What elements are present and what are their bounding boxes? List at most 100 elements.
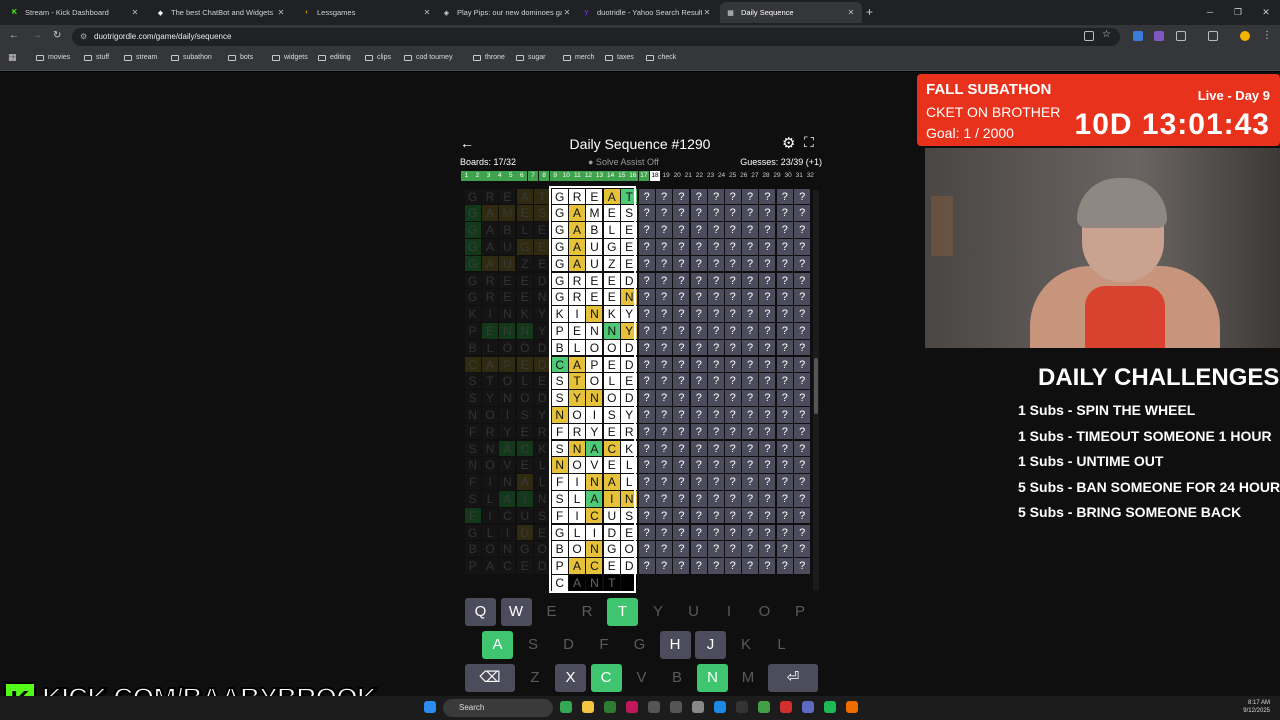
board-number-19[interactable]: 19 <box>660 171 672 181</box>
app-taskbar-icon[interactable] <box>780 701 792 713</box>
tab-close-icon[interactable]: ✕ <box>422 8 432 17</box>
reload-icon[interactable]: ↻ <box>53 30 61 41</box>
key-n[interactable]: N <box>697 664 728 692</box>
discord-icon[interactable] <box>802 701 814 713</box>
profile-avatar[interactable] <box>1240 31 1250 41</box>
bookmark-star-icon[interactable]: ☆ <box>1102 29 1111 40</box>
new-tab-button[interactable]: + <box>866 5 873 19</box>
bookmark-folder[interactable]: widgets <box>272 54 308 61</box>
windows-start-icon[interactable] <box>424 701 436 713</box>
app-taskbar-icon[interactable] <box>604 701 616 713</box>
key-r[interactable]: R <box>571 598 603 626</box>
minimize-button[interactable]: ─ <box>1196 0 1224 25</box>
key-backspace[interactable]: ⌫ <box>465 664 515 692</box>
bookmark-folder[interactable]: subathon <box>171 54 212 61</box>
board-number-1[interactable]: 1 <box>461 171 472 181</box>
bookmark-folder[interactable]: editing <box>318 54 351 61</box>
taskbar-search[interactable]: Search <box>443 699 553 717</box>
browser-tab[interactable]: ▦ Daily Sequence ✕ <box>720 2 862 23</box>
board-number-29[interactable]: 29 <box>771 171 783 181</box>
key-f[interactable]: F <box>588 631 620 659</box>
tab-close-icon[interactable]: ✕ <box>846 8 856 17</box>
site-info-icon[interactable]: ⚙ <box>80 28 87 46</box>
board-number-22[interactable]: 22 <box>693 171 705 181</box>
board-number-27[interactable]: 27 <box>749 171 761 181</box>
board-number-32[interactable]: 32 <box>804 171 816 181</box>
key-o[interactable]: O <box>749 598 780 626</box>
key-x[interactable]: X <box>555 664 586 692</box>
board-number-8[interactable]: 8 <box>538 171 550 181</box>
board-scrollbar[interactable] <box>813 190 819 590</box>
close-window-button[interactable]: ✕ <box>1252 0 1280 25</box>
maximize-button[interactable]: ❐ <box>1224 0 1252 25</box>
twitch-extension-icon[interactable] <box>1154 31 1164 41</box>
key-i[interactable]: I <box>713 598 745 626</box>
file-explorer-icon[interactable] <box>582 701 594 713</box>
board-number-26[interactable]: 26 <box>738 171 750 181</box>
key-t[interactable]: T <box>607 598 638 626</box>
app-taskbar-icon[interactable] <box>626 701 638 713</box>
menu-icon[interactable]: ⋮ <box>1262 30 1272 41</box>
fullscreen-icon[interactable]: ⛶ <box>804 134 814 151</box>
bookmark-folder[interactable]: cod tourney <box>404 54 453 61</box>
apps-grid-icon[interactable]: ▦ <box>8 52 17 63</box>
extension-icon[interactable] <box>1133 31 1143 41</box>
app-taskbar-icon[interactable] <box>736 701 748 713</box>
board-number-17[interactable]: 17 <box>638 171 650 181</box>
board-number-3[interactable]: 3 <box>483 171 494 181</box>
board-number-7[interactable]: 7 <box>527 171 539 181</box>
key-j[interactable]: J <box>695 631 726 659</box>
key-u[interactable]: U <box>678 598 709 626</box>
key-e[interactable]: E <box>536 598 567 626</box>
bookmark-folder[interactable]: check <box>646 54 676 61</box>
key-q[interactable]: Q <box>465 598 496 626</box>
url-field[interactable]: ⚙ duotrigordle.com/game/daily/sequence <box>72 28 1120 46</box>
extensions-puzzle-icon[interactable] <box>1176 31 1186 41</box>
board-number-12[interactable]: 12 <box>583 171 594 181</box>
browser-tab[interactable]: y duotridle - Yahoo Search Results ✕ <box>576 2 718 23</box>
board-number-21[interactable]: 21 <box>682 171 694 181</box>
bookmark-folder[interactable]: bots <box>228 54 253 61</box>
bookmark-folder[interactable]: movies <box>36 54 70 61</box>
solve-assist-toggle[interactable]: ● Solve Assist Off <box>588 157 659 167</box>
back-arrow-icon[interactable]: ← <box>9 30 19 41</box>
board-number-20[interactable]: 20 <box>671 171 683 181</box>
bookmark-folder[interactable]: clips <box>365 54 391 61</box>
bookmark-folder[interactable]: taxes <box>605 54 634 61</box>
tab-close-icon[interactable]: ✕ <box>276 8 286 17</box>
gear-icon[interactable]: ⚙ <box>782 134 795 152</box>
key-p[interactable]: P <box>784 598 816 626</box>
board-number-24[interactable]: 24 <box>716 171 727 181</box>
key-k[interactable]: K <box>730 631 762 659</box>
app-taskbar-icon[interactable] <box>670 701 682 713</box>
chrome-taskbar-icon[interactable] <box>560 701 572 713</box>
key-m[interactable]: M <box>732 664 764 692</box>
key-d[interactable]: D <box>553 631 584 659</box>
app-taskbar-icon[interactable] <box>758 701 770 713</box>
key-y[interactable]: Y <box>642 598 674 626</box>
board-number-4[interactable]: 4 <box>494 171 506 181</box>
tab-close-icon[interactable]: ✕ <box>130 8 140 17</box>
key-c[interactable]: C <box>590 664 622 692</box>
app-taskbar-icon[interactable] <box>648 701 660 713</box>
browser-tab[interactable]: ◆ The best ChatBot and Widgets ✕ <box>150 2 292 23</box>
app-taskbar-icon[interactable] <box>846 701 858 713</box>
board-number-30[interactable]: 30 <box>782 171 794 181</box>
sidebar-icon[interactable] <box>1208 31 1218 41</box>
board-number-15[interactable]: 15 <box>616 171 628 181</box>
board-number-9[interactable]: 9 <box>549 171 561 181</box>
key-v[interactable]: V <box>626 664 657 692</box>
scrollbar-thumb[interactable] <box>814 358 818 414</box>
key-w[interactable]: W <box>500 598 532 626</box>
spotify-icon[interactable] <box>824 701 836 713</box>
board-number-14[interactable]: 14 <box>605 171 617 181</box>
board-number-10[interactable]: 10 <box>560 171 572 181</box>
bookmark-folder[interactable]: sugar <box>516 54 546 61</box>
key-g[interactable]: G <box>624 631 655 659</box>
bookmark-folder[interactable]: throne <box>473 54 505 61</box>
key-z[interactable]: Z <box>519 664 551 692</box>
key-l[interactable]: L <box>766 631 797 659</box>
browser-tab[interactable]: K Stream - Kick Dashboard ✕ <box>4 2 146 23</box>
bookmark-folder[interactable]: stuff <box>84 54 109 61</box>
key-enter[interactable]: ⏎ <box>768 664 818 692</box>
